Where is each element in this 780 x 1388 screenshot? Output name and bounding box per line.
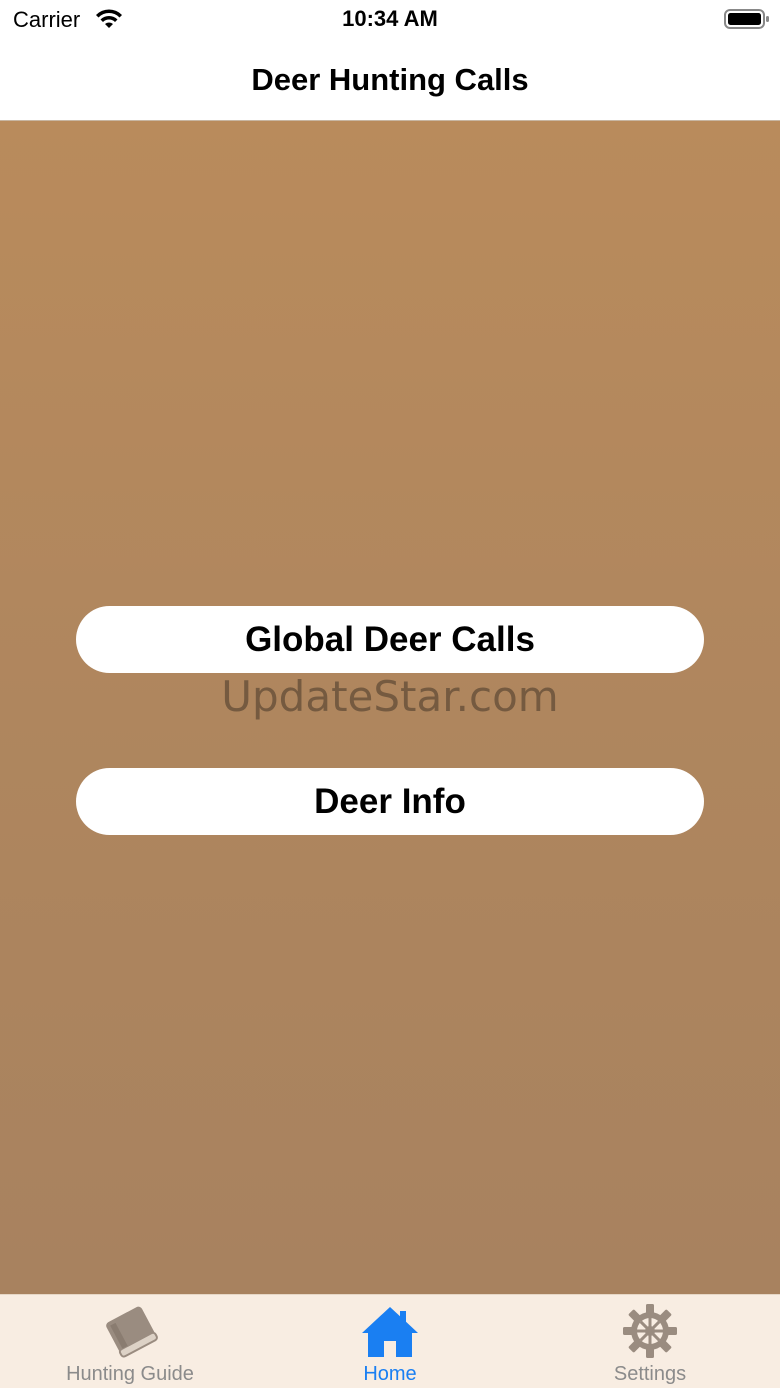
tab-label-home: Home (363, 1363, 417, 1385)
book-icon (106, 1306, 158, 1358)
tab-hunting-guide[interactable]: Hunting Guide (0, 1295, 260, 1388)
tab-label-settings: Settings (613, 1363, 687, 1385)
gear-icon (623, 1304, 677, 1358)
watermark-text: UpdateStar.com (221, 672, 559, 721)
deer-info-button[interactable]: Deer Info (76, 768, 704, 835)
page-title: Deer Hunting Calls (251, 62, 529, 97)
tab-settings[interactable]: Settings (520, 1295, 780, 1388)
navigation-bar: Deer Hunting Calls (0, 40, 780, 121)
house-icon (362, 1307, 418, 1357)
status-bar: Carrier 10:34 AM (0, 0, 780, 40)
tab-home[interactable]: Home (260, 1295, 520, 1388)
tab-bar: Hunting Guide Home Settings (0, 1294, 780, 1388)
global-deer-calls-button[interactable]: Global Deer Calls (76, 606, 704, 673)
tab-label-hunting-guide: Hunting Guide (66, 1363, 194, 1385)
battery-icon (724, 9, 769, 29)
main-content: Global Deer Calls UpdateStar.com Deer In… (0, 121, 780, 1294)
status-time: 10:34 AM (342, 6, 438, 31)
